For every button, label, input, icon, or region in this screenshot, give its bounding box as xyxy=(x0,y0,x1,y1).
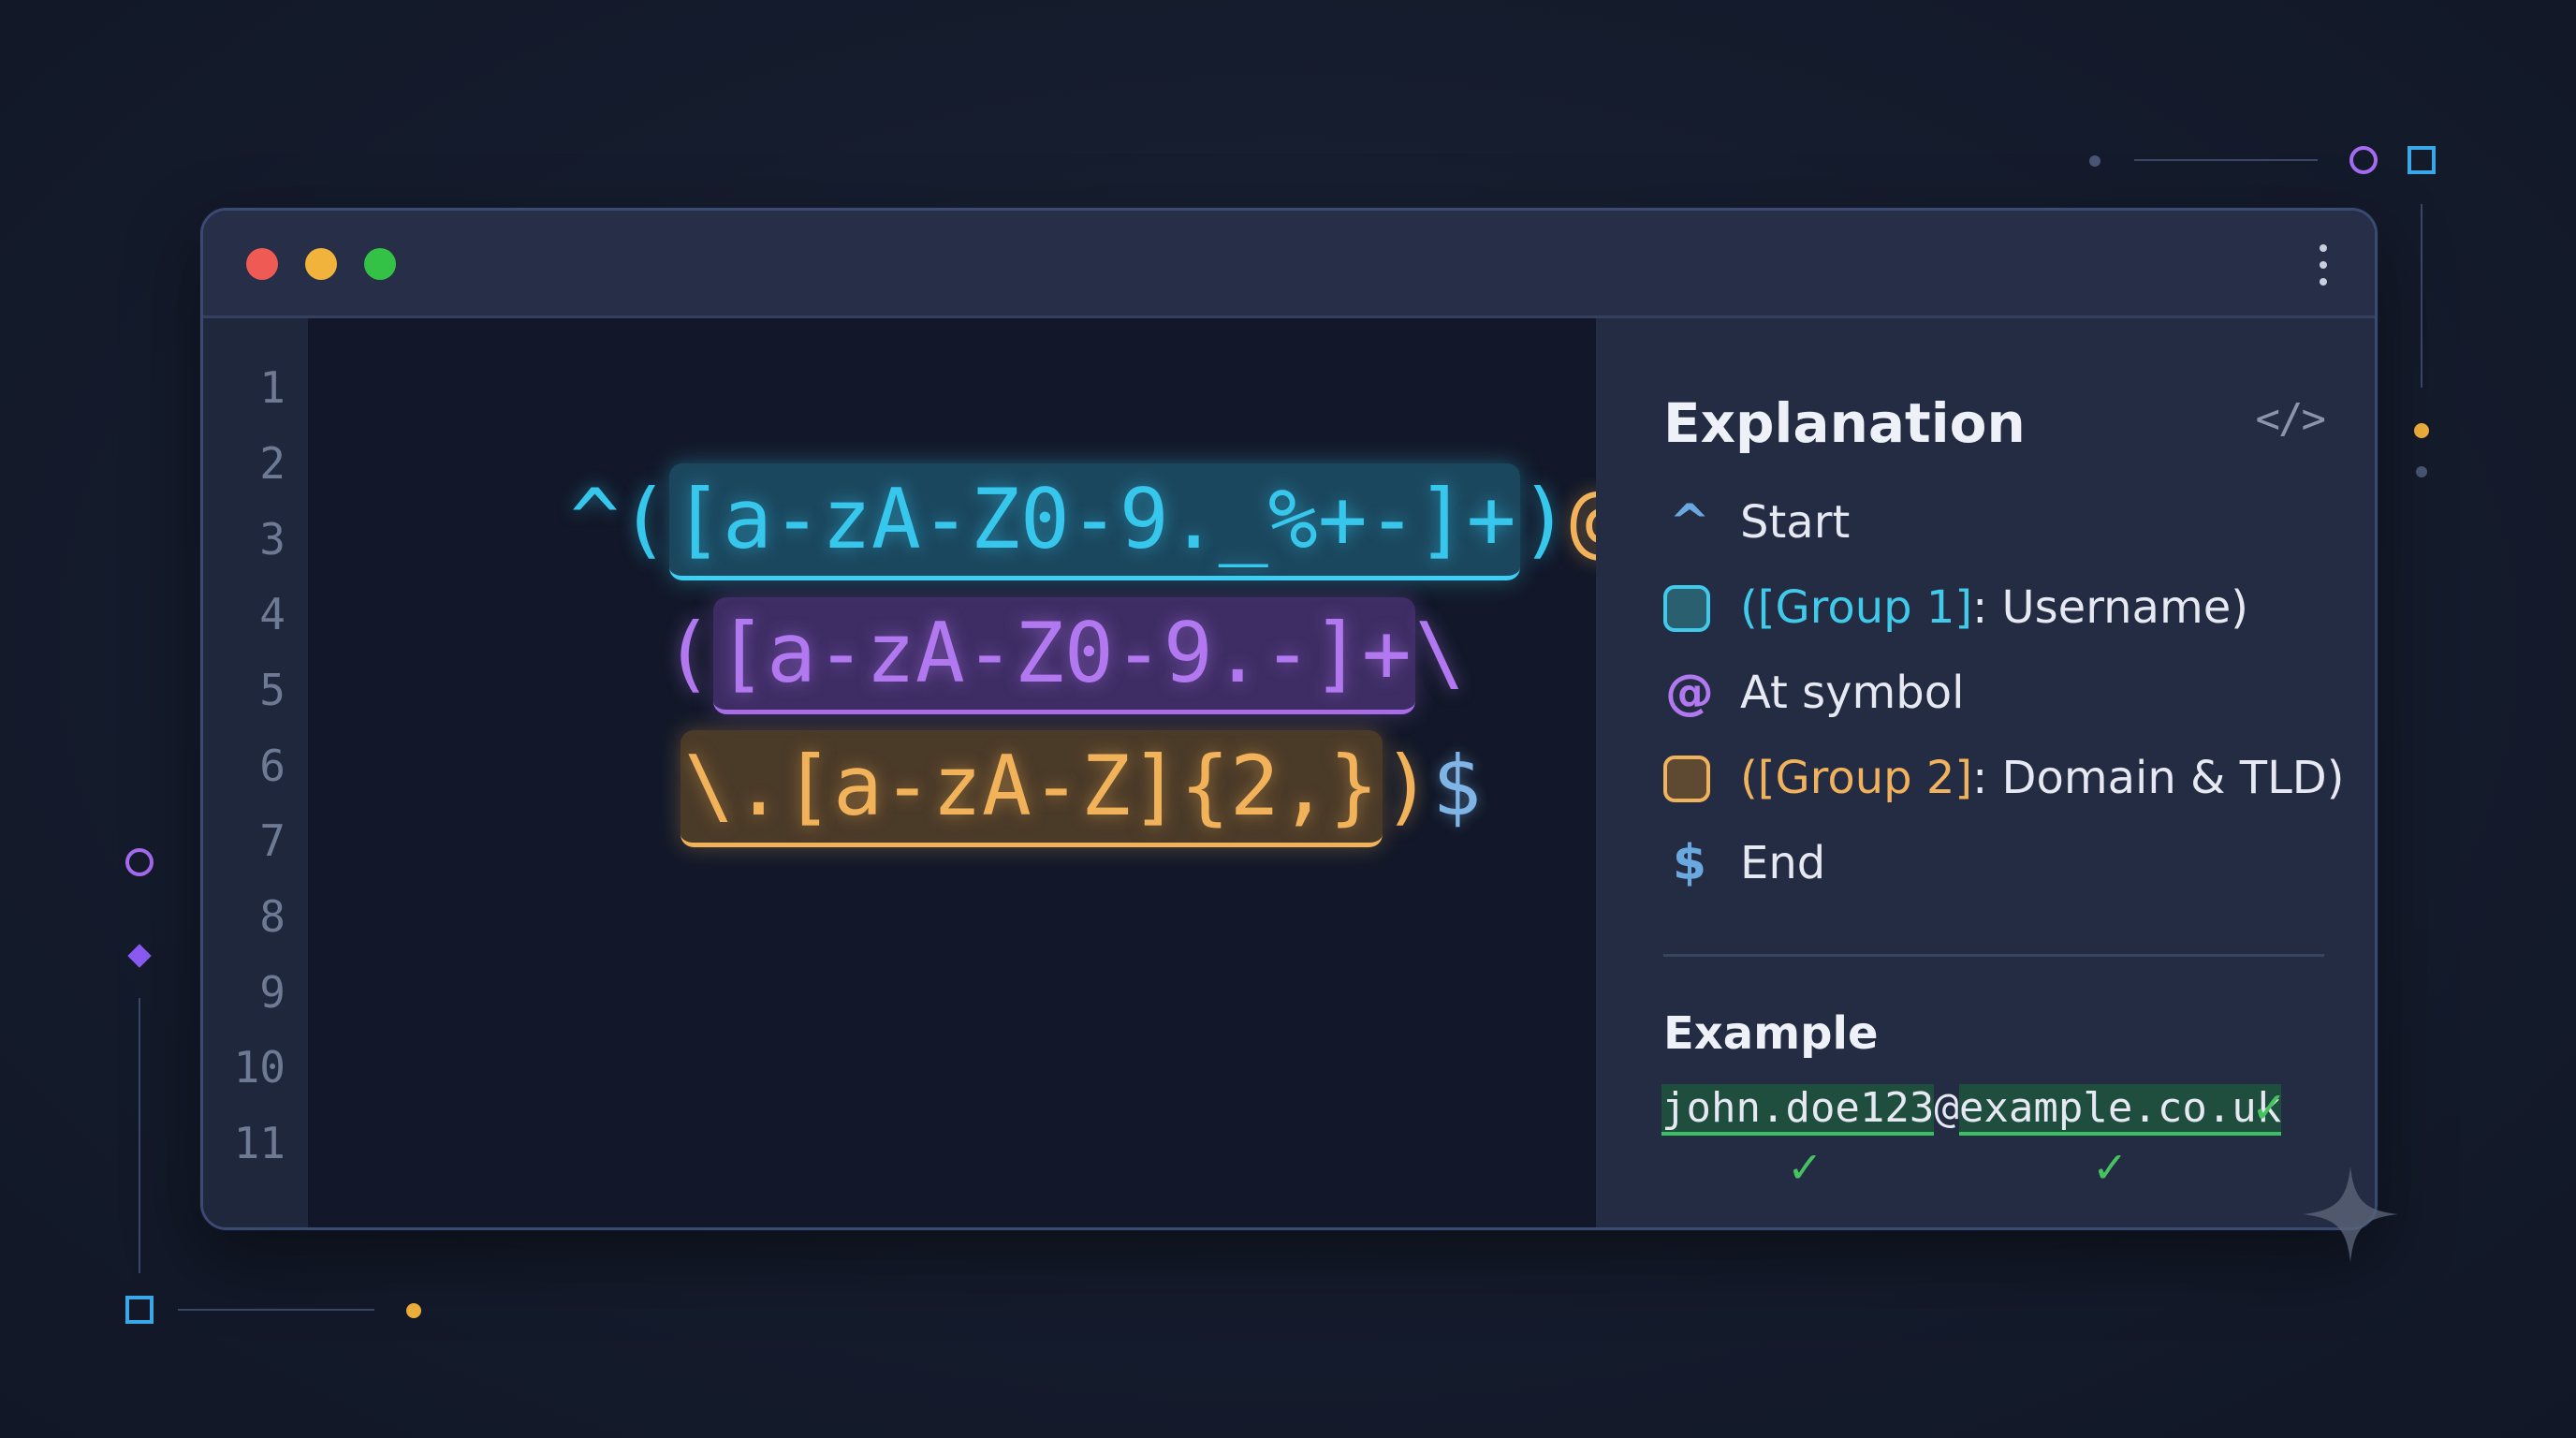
more-vertical-icon[interactable] xyxy=(2317,242,2330,287)
regex-escape: \ xyxy=(1414,605,1465,701)
regex-group-close: ) xyxy=(1519,471,1570,567)
regex-group-close: ) xyxy=(1382,738,1432,834)
example-username-match: john.doe123 xyxy=(1661,1084,1935,1136)
check-icon: ✓ xyxy=(2251,1082,2288,1133)
minimize-window-button[interactable] xyxy=(305,248,337,280)
regex-group-open: ( xyxy=(664,605,713,701)
explanation-label: ([Group 1]: Username) xyxy=(1740,581,2248,634)
group-1-color-swatch xyxy=(1663,585,1710,632)
maximize-window-button[interactable] xyxy=(364,248,396,280)
line-number: 1 xyxy=(259,362,285,413)
decor-dot xyxy=(2416,466,2427,477)
decor-dot xyxy=(2089,155,2100,167)
line-number-gutter: 1 2 3 4 5 6 7 8 9 10 11 xyxy=(203,318,308,1227)
line-number: 7 xyxy=(259,815,285,866)
example-at: @ xyxy=(1934,1084,1959,1132)
decor-line xyxy=(2134,159,2318,161)
dollar-symbol: $ xyxy=(1672,835,1707,891)
divider xyxy=(1663,954,2324,957)
regex-end-anchor: $ xyxy=(1431,738,1482,834)
example-title: Example xyxy=(1663,1007,1879,1060)
line-number: 5 xyxy=(259,665,285,715)
check-icon: ✓ xyxy=(1787,1142,1823,1193)
decor-dot xyxy=(406,1303,421,1318)
title-bar xyxy=(203,211,2375,318)
decor-circle xyxy=(2349,146,2378,174)
explanation-panel: Explanation </> ^ Start ([Group 1]: User… xyxy=(1596,318,2375,1227)
decor-circle xyxy=(125,848,154,876)
panel-title: Explanation xyxy=(1663,391,2026,455)
example-match: john.doe123@example.co.uk xyxy=(1661,1080,2282,1137)
line-number: 11 xyxy=(233,1118,285,1168)
explanation-label: Start xyxy=(1740,496,1851,549)
line-number: 8 xyxy=(259,891,285,942)
regex-line-2: ([a-zA-Z0-9.-]+\ xyxy=(664,597,1465,714)
regex-group-1-username: [a-zA-Z0-9._%+-]+ xyxy=(668,463,1520,580)
decor-line xyxy=(178,1309,374,1311)
close-window-button[interactable] xyxy=(246,248,278,280)
regex-group-2-tld: \.[a-zA-Z]{2,} xyxy=(681,730,1383,847)
example-domain-match: example.co.uk xyxy=(1958,1084,2282,1136)
line-number: 10 xyxy=(233,1042,285,1093)
decor-diamond xyxy=(127,944,152,968)
decor-line xyxy=(139,998,140,1273)
line-number: 6 xyxy=(259,741,285,791)
code-icon[interactable]: </> xyxy=(2256,395,2326,443)
decor-square xyxy=(125,1296,154,1324)
line-number: 9 xyxy=(259,967,285,1018)
explanation-label: ([Group 2]: Domain & TLD) xyxy=(1740,752,2345,804)
check-icon: ✓ xyxy=(2092,1142,2129,1193)
code-editor[interactable]: ^([a-zA-Z0-9._%+-]+)@ ([a-zA-Z0-9.-]+\ \… xyxy=(308,318,1619,1227)
regex-line-3: \.[a-zA-Z]{2,})$ xyxy=(681,730,1482,847)
group-2-color-swatch xyxy=(1663,756,1710,802)
explanation-label: End xyxy=(1740,837,1826,889)
decor-square xyxy=(2408,146,2436,174)
decor-dot xyxy=(2414,423,2429,438)
line-number: 4 xyxy=(259,589,285,639)
explanation-label: At symbol xyxy=(1740,667,1965,719)
line-number: 2 xyxy=(259,438,285,489)
caret-symbol: ^ xyxy=(1669,494,1710,550)
regex-editor-window: 1 2 3 4 5 6 7 8 9 10 11 ^([a-zA-Z0-9._%+… xyxy=(200,208,2378,1230)
decor-line xyxy=(2421,204,2422,388)
regex-start-anchor: ^( xyxy=(570,471,669,567)
line-number: 3 xyxy=(259,514,285,565)
regex-group-2-domain: [a-zA-Z0-9.-]+ xyxy=(712,597,1415,714)
at-symbol: @ xyxy=(1665,665,1714,721)
regex-line-1: ^([a-zA-Z0-9._%+-]+)@ xyxy=(570,463,1619,580)
sparkle-icon xyxy=(2303,1167,2398,1262)
